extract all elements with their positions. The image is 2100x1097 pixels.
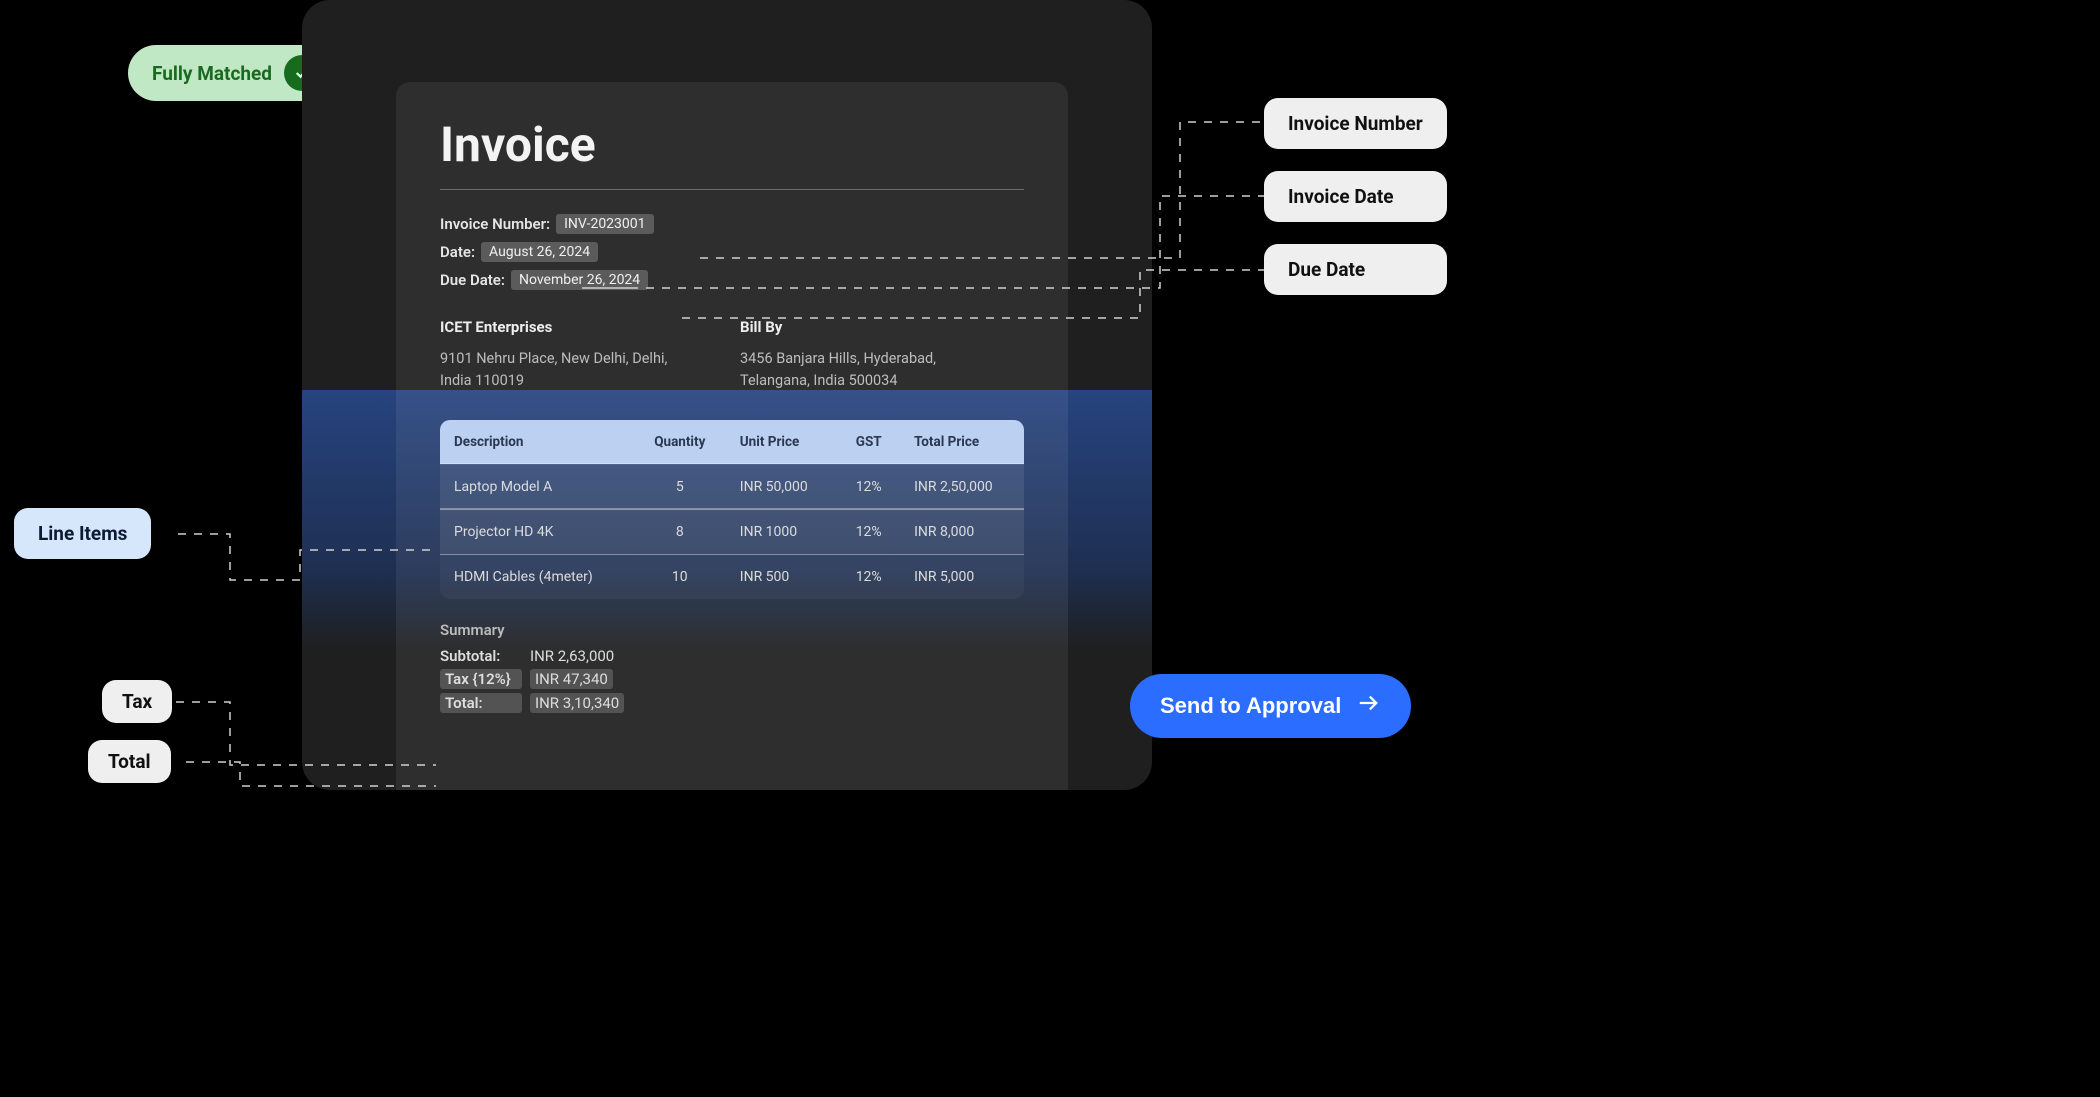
- party-from-name: ICET Enterprises: [440, 318, 670, 336]
- invoice-date-label: Date:: [440, 243, 475, 261]
- cell-desc: Projector HD 4K: [440, 509, 634, 554]
- party-from: ICET Enterprises 9101 Nehru Place, New D…: [440, 318, 670, 392]
- col-quantity: Quantity: [634, 420, 726, 465]
- invoice-due-label: Due Date:: [440, 271, 505, 289]
- party-billby-title: Bill By: [740, 318, 970, 336]
- cell-gst: 12%: [837, 509, 900, 554]
- cell-qty: 5: [634, 464, 726, 509]
- cell-qty: 10: [634, 554, 726, 599]
- cell-unit: INR 1000: [726, 509, 838, 554]
- arrow-right-icon: [1355, 692, 1381, 720]
- cell-total: INR 8,000: [900, 509, 1024, 554]
- callout-tax: Tax: [102, 680, 172, 723]
- col-gst: GST: [837, 420, 900, 465]
- table-header-row: Description Quantity Unit Price GST Tota…: [440, 420, 1024, 465]
- invoice-number-value: INV-2023001: [556, 214, 653, 234]
- table-row: Laptop Model A 5 INR 50,000 12% INR 2,50…: [440, 464, 1024, 509]
- callout-invoice-date: Invoice Date: [1264, 171, 1447, 222]
- cell-desc: HDMI Cables (4meter): [440, 554, 634, 599]
- cell-total: INR 5,000: [900, 554, 1024, 599]
- summary-total: Total: INR 3,10,340: [440, 693, 1024, 713]
- summary-total-label: Total:: [440, 693, 522, 713]
- col-unit-price: Unit Price: [726, 420, 838, 465]
- callout-line-items: Line Items: [14, 508, 151, 559]
- col-total-price: Total Price: [900, 420, 1024, 465]
- table-row: HDMI Cables (4meter) 10 INR 500 12% INR …: [440, 554, 1024, 599]
- summary-tax-label: Tax {12%}: [440, 669, 522, 689]
- callout-total: Total: [88, 740, 171, 783]
- summary-subtotal: Subtotal: INR 2,63,000: [440, 647, 1024, 665]
- invoice-card: Invoice Invoice Number: INV-2023001 Date…: [302, 0, 1152, 790]
- callout-invoice-number: Invoice Number: [1264, 98, 1447, 149]
- invoice-number-label: Invoice Number:: [440, 215, 550, 233]
- cell-gst: 12%: [837, 464, 900, 509]
- party-from-address: 9101 Nehru Place, New Delhi, Delhi, Indi…: [440, 348, 670, 392]
- summary-total-value: INR 3,10,340: [530, 693, 624, 713]
- summary-tax: Tax {12%} INR 47,340: [440, 669, 1024, 689]
- party-billby: Bill By 3456 Banjara Hills, Hyderabad, T…: [740, 318, 970, 392]
- cell-unit: INR 50,000: [726, 464, 838, 509]
- invoice-panel: Invoice Invoice Number: INV-2023001 Date…: [396, 82, 1068, 790]
- invoice-date-row: Date: August 26, 2024: [440, 242, 1024, 262]
- divider: [440, 189, 1024, 190]
- summary-title: Summary: [440, 621, 1024, 639]
- send-to-approval-label: Send to Approval: [1160, 693, 1341, 719]
- table-row: Projector HD 4K 8 INR 1000 12% INR 8,000: [440, 509, 1024, 554]
- summary: Summary Subtotal: INR 2,63,000 Tax {12%}…: [440, 621, 1024, 713]
- cell-desc: Laptop Model A: [440, 464, 634, 509]
- callout-due-date: Due Date: [1264, 244, 1447, 295]
- callouts-right: Invoice Number Invoice Date Due Date: [1264, 98, 1447, 295]
- page-title: Invoice: [440, 116, 1024, 173]
- summary-tax-value: INR 47,340: [530, 669, 613, 689]
- invoice-number-row: Invoice Number: INV-2023001: [440, 214, 1024, 234]
- cell-qty: 8: [634, 509, 726, 554]
- party-billby-address: 3456 Banjara Hills, Hyderabad, Telangana…: [740, 348, 970, 392]
- cell-gst: 12%: [837, 554, 900, 599]
- status-label: Fully Matched: [152, 62, 272, 85]
- send-to-approval-button[interactable]: Send to Approval: [1130, 674, 1411, 738]
- cell-total: INR 2,50,000: [900, 464, 1024, 509]
- line-items-table: Description Quantity Unit Price GST Tota…: [440, 420, 1024, 599]
- invoice-due-value: November 26, 2024: [511, 270, 648, 290]
- invoice-due-row: Due Date: November 26, 2024: [440, 270, 1024, 290]
- parties: ICET Enterprises 9101 Nehru Place, New D…: [440, 318, 1024, 392]
- invoice-date-value: August 26, 2024: [481, 242, 598, 262]
- cell-unit: INR 500: [726, 554, 838, 599]
- col-description: Description: [440, 420, 634, 465]
- summary-subtotal-value: INR 2,63,000: [530, 647, 614, 665]
- summary-subtotal-label: Subtotal:: [440, 647, 522, 665]
